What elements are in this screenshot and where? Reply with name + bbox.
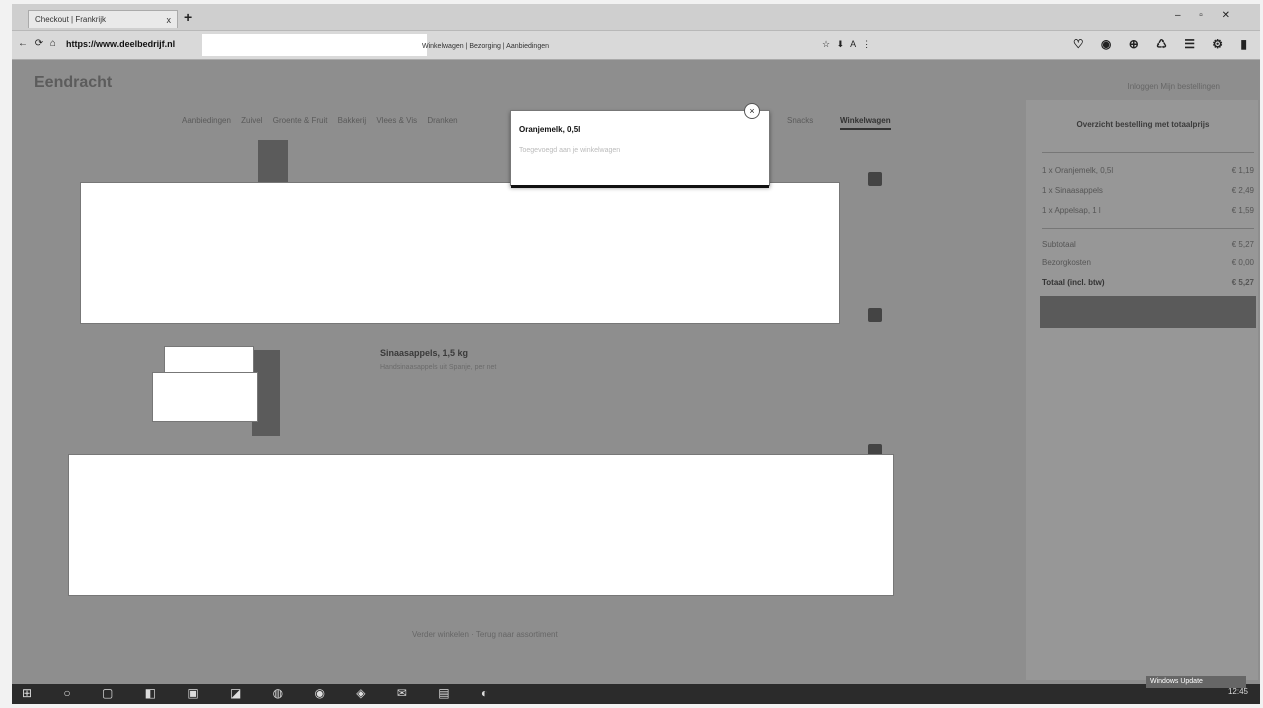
summary-heading: Overzicht bestelling met totaalprijs	[1076, 120, 1210, 129]
system-tray-clock: 12:45	[1227, 687, 1248, 696]
summary-row: 1 x Appelsap, 1 l € 1,59	[1042, 206, 1254, 215]
account-links[interactable]: Inloggen Mijn bestellingen	[1127, 82, 1220, 91]
product-description: Handsinaasappels uit Spanje, per net	[380, 364, 497, 371]
subtotal-amount: € 5,27	[1231, 240, 1254, 249]
redacted-block	[68, 454, 894, 596]
delivery-amount: € 0,00	[1231, 258, 1254, 267]
taskbar-icons[interactable]: ⊞ ○ ▢ ◧ ▣ ◪ ◍ ◉ ◈ ✉ ▤ ◐	[22, 686, 502, 700]
item-checkbox[interactable]	[868, 308, 882, 322]
order-summary: Overzicht bestelling met totaalprijs 1 x…	[1026, 100, 1258, 680]
site-logo[interactable]: Eendracht	[34, 74, 112, 92]
address-bar-actions[interactable]: ☆ ⬇ A ⋮	[822, 39, 873, 50]
redacted-address-area	[202, 34, 427, 56]
os-taskbar: ⊞ ○ ▢ ◧ ▣ ◪ ◍ ◉ ◈ ✉ ▤ ◐ 12:45	[12, 684, 1260, 704]
popup-title: Oranjemelk, 0,5l	[519, 125, 581, 134]
menu-item[interactable]: Dranken	[427, 116, 457, 125]
summary-row: 1 x Oranjemelk, 0,5l € 1,19	[1042, 166, 1254, 175]
subtotal-label: Subtotaal	[1042, 240, 1076, 249]
summary-row: 1 x Sinaasappels € 2,49	[1042, 186, 1254, 195]
popup-subtitle: Toegevoegd aan je winkelwagen	[519, 147, 621, 154]
window-controls[interactable]: – ▫ ✕	[1175, 10, 1238, 21]
browser-toolbar: ← ⟳ ⌂ https://www.deelbedrijf.nl Winkelw…	[12, 31, 1260, 60]
navigation-icons[interactable]: ← ⟳ ⌂	[18, 38, 58, 49]
menu-item[interactable]: Bakkerij	[338, 116, 366, 125]
summary-row-amount: € 1,59	[1231, 206, 1254, 215]
summary-row-label: 1 x Appelsap, 1 l	[1042, 206, 1101, 215]
web-page: Eendracht Inloggen Mijn bestellingen Aan…	[12, 60, 1260, 684]
redacted-block	[80, 182, 840, 324]
added-to-cart-popup: × Oranjemelk, 0,5l Toegevoegd aan je win…	[510, 103, 770, 188]
menu-item[interactable]: Vlees & Vis	[376, 116, 417, 125]
subtotal-row: Subtotaal € 5,27	[1042, 240, 1254, 249]
main-menu: Aanbiedingen Zuivel Groente & Fruit Bakk…	[182, 116, 466, 125]
checkout-button[interactable]	[1040, 296, 1256, 328]
new-tab-button[interactable]: +	[184, 9, 192, 25]
summary-row-label: 1 x Oranjemelk, 0,5l	[1042, 166, 1114, 175]
tab-title: Checkout | Frankrijk	[35, 15, 106, 24]
divider	[1042, 228, 1254, 229]
menu-item[interactable]: Zuivel	[241, 116, 262, 125]
summary-row-amount: € 1,19	[1231, 166, 1254, 175]
extension-icons[interactable]: ♡ ◉ ⊕ ♺ ☰ ⚙ ▮	[1073, 37, 1254, 51]
address-bar[interactable]: https://www.deelbedrijf.nl	[66, 39, 175, 49]
total-row: Totaal (incl. btw) € 5,27	[1042, 278, 1254, 287]
notification-toast[interactable]: Windows Update	[1146, 676, 1246, 688]
menu-item[interactable]: Aanbiedingen	[182, 116, 231, 125]
menu-item[interactable]: Groente & Fruit	[273, 116, 328, 125]
menu-item-active[interactable]: Winkelwagen	[840, 116, 891, 130]
tab-close-button[interactable]: x	[167, 11, 172, 28]
product-image	[258, 140, 288, 182]
menu-item[interactable]: Snacks	[787, 116, 813, 125]
summary-row-amount: € 2,49	[1231, 186, 1254, 195]
photographed-screen: Checkout | Frankrijk x + – ▫ ✕ ← ⟳ ⌂ htt…	[12, 4, 1260, 704]
item-checkbox[interactable]	[868, 172, 882, 186]
total-amount: € 5,27	[1231, 278, 1254, 287]
browser-tab-bar: Checkout | Frankrijk x + – ▫ ✕	[12, 4, 1260, 31]
browser-tab[interactable]: Checkout | Frankrijk x	[28, 10, 178, 28]
summary-row-label: 1 x Sinaasappels	[1042, 186, 1103, 195]
divider	[1042, 152, 1254, 153]
popup-progress-bar	[511, 185, 769, 188]
redacted-block	[152, 372, 258, 422]
product-title[interactable]: Sinaasappels, 1,5 kg	[380, 348, 468, 358]
popup-close-button[interactable]: ×	[744, 103, 760, 119]
total-label: Totaal (incl. btw)	[1042, 278, 1105, 287]
delivery-row: Bezorgkosten € 0,00	[1042, 258, 1254, 267]
delivery-label: Bezorgkosten	[1042, 258, 1091, 267]
page-title-strip: Winkelwagen | Bezorging | Aanbiedingen	[422, 43, 549, 50]
continue-shopping-link[interactable]: Verder winkelen · Terug naar assortiment	[412, 630, 558, 639]
